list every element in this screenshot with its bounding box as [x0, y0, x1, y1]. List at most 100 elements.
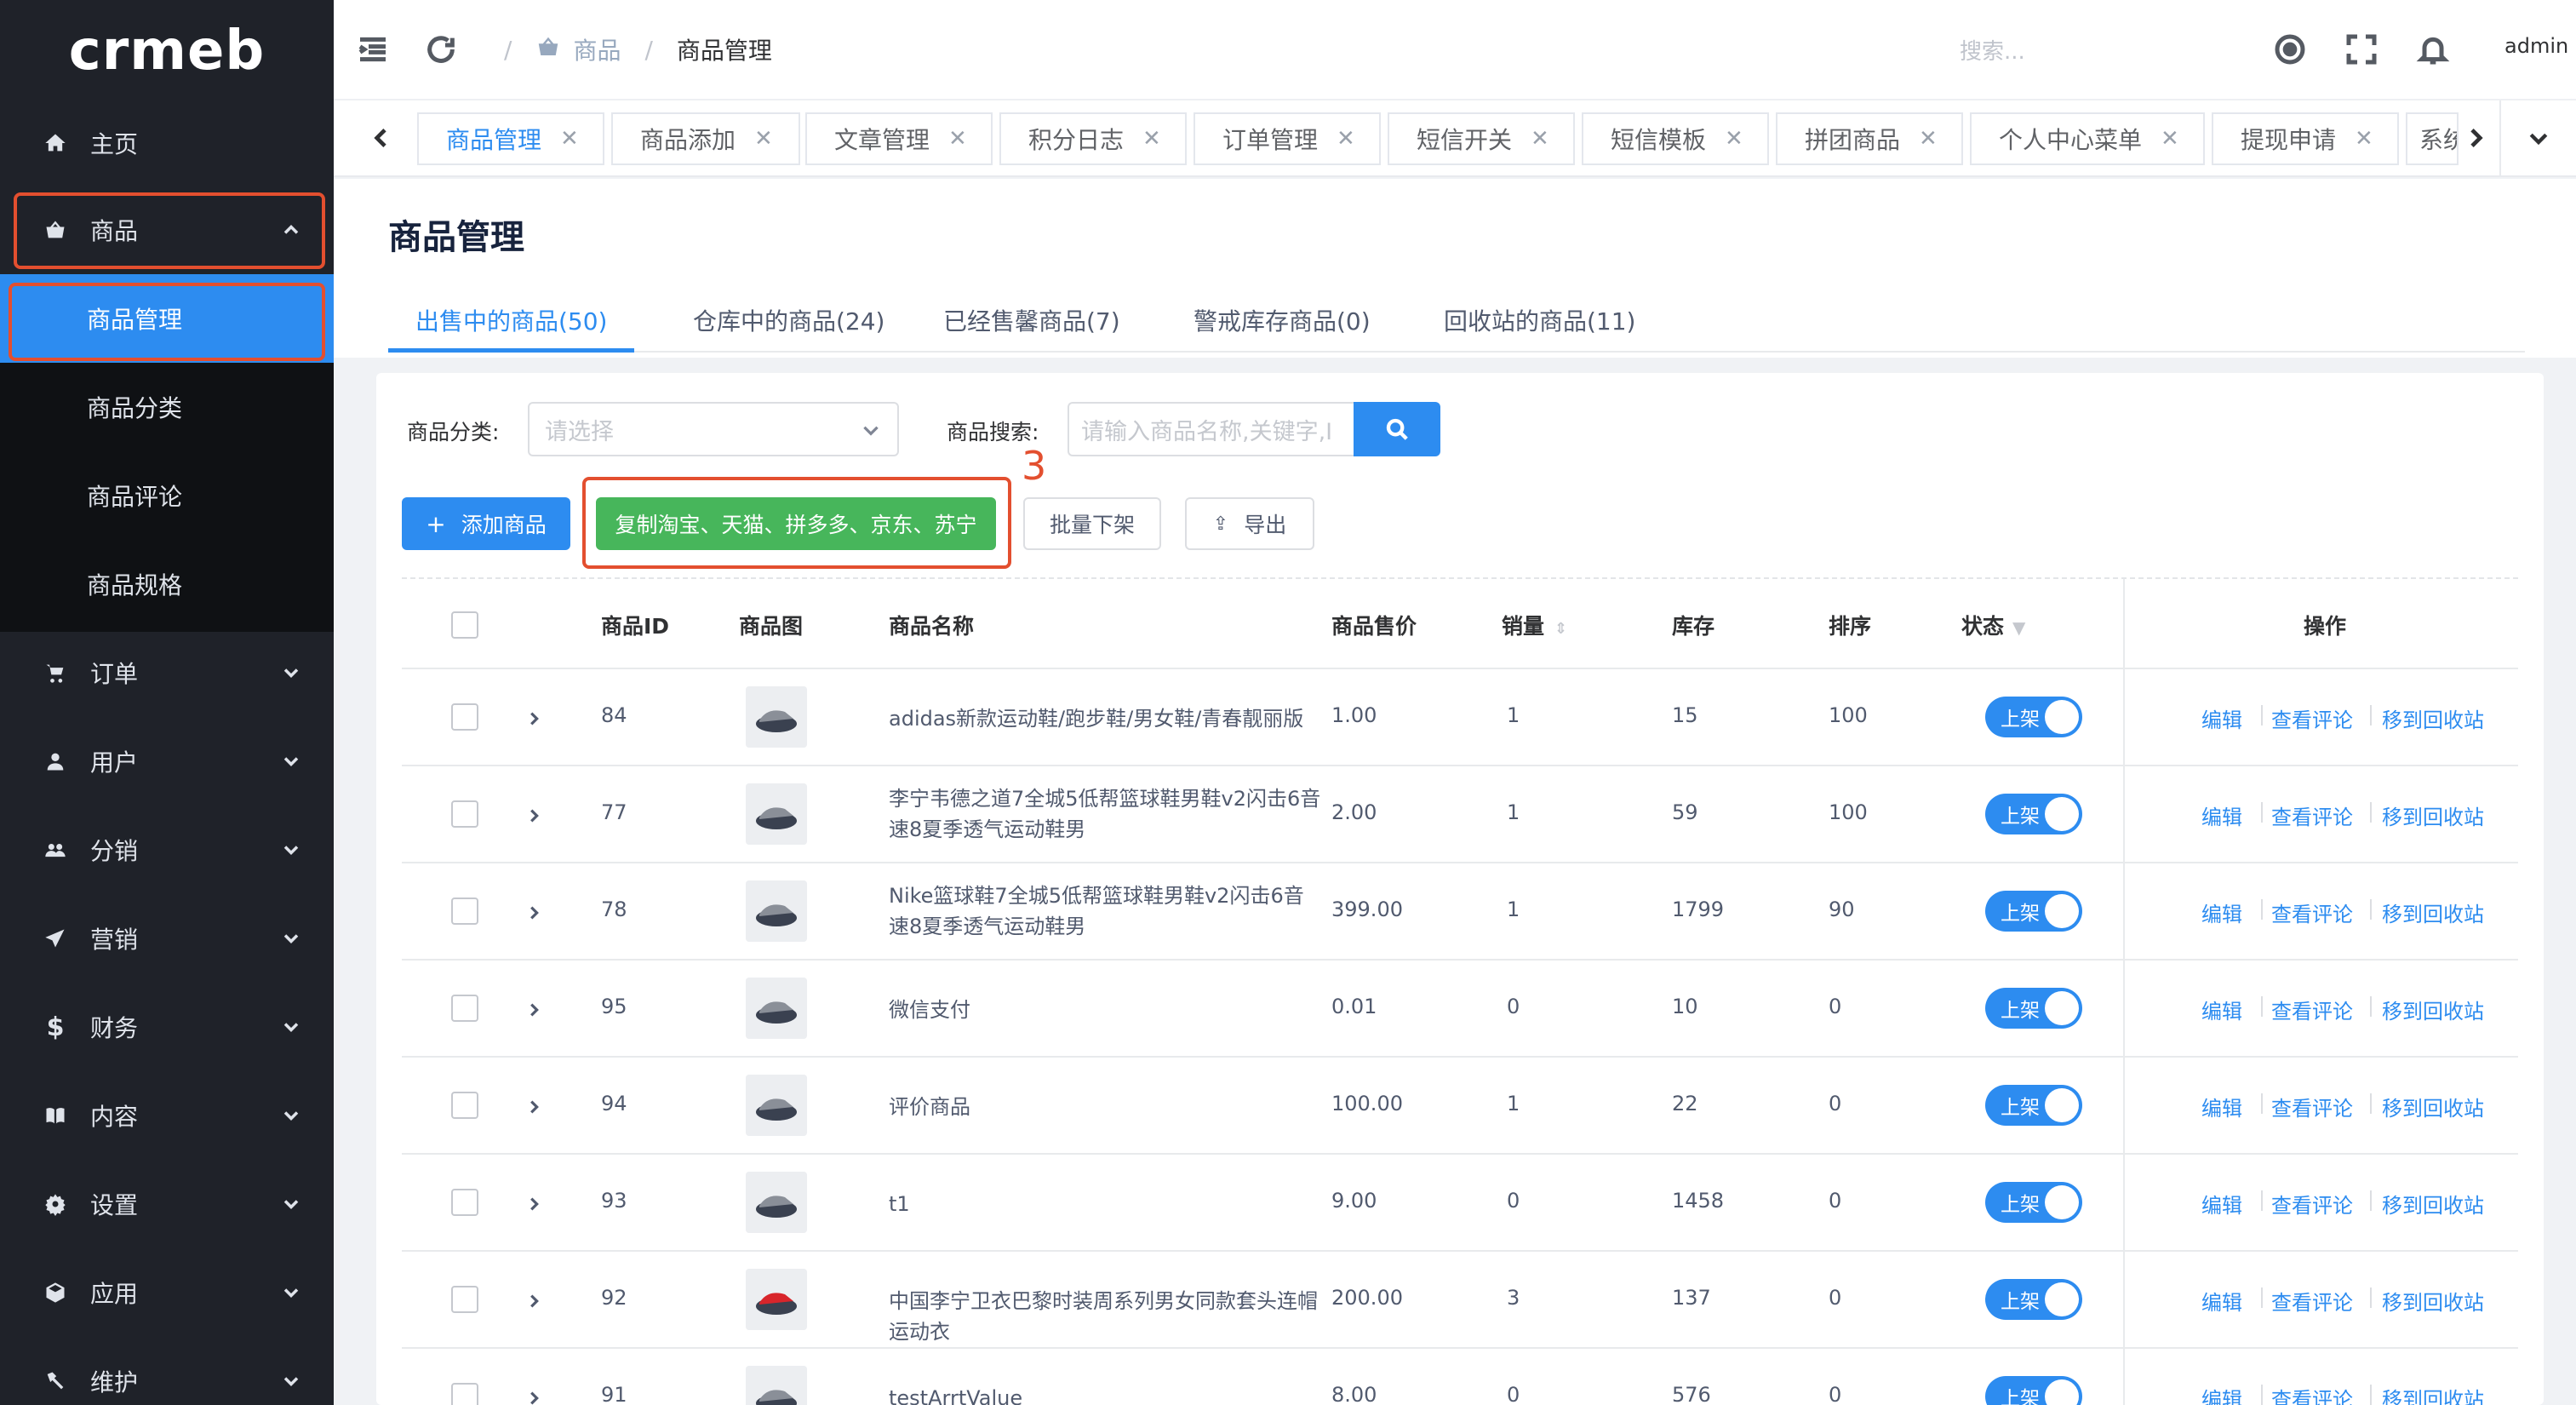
menu-item-maintain[interactable]: 维护 [0, 1337, 334, 1405]
product-thumbnail[interactable] [746, 1075, 807, 1136]
submenu-item-review[interactable]: 商品评论 [0, 451, 334, 540]
tab-low-stock[interactable]: 警戒库存商品(0) [1194, 296, 1371, 353]
breadcrumb-root[interactable]: 商品 [573, 32, 621, 66]
search-button[interactable] [1354, 402, 1440, 456]
menu-item-marketing[interactable]: 营销 [0, 894, 334, 983]
export-button[interactable]: ⇪ 导出 [1185, 497, 1314, 550]
edit-link[interactable]: 编辑 [2201, 995, 2242, 1024]
tab-sms-template[interactable]: 短信模板 ✕ [1582, 112, 1769, 165]
view-reviews-link[interactable]: 查看评论 [2271, 1189, 2353, 1219]
tab-sms-switch[interactable]: 短信开关 ✕ [1388, 112, 1575, 165]
close-icon[interactable]: ✕ [2355, 126, 2373, 152]
move-to-recycle-link[interactable]: 移到回收站 [2382, 1383, 2484, 1405]
category-select[interactable]: 请选择 [528, 402, 899, 456]
th-sales[interactable]: 销量 ⇕ [1502, 610, 1567, 640]
product-thumbnail[interactable] [746, 1172, 807, 1233]
select-all-checkbox[interactable] [451, 611, 478, 639]
close-icon[interactable]: ✕ [1531, 126, 1549, 152]
tab-user-center-menu[interactable]: 个人中心菜单 ✕ [1970, 112, 2205, 165]
product-thumbnail[interactable] [746, 686, 807, 748]
chevron-right-icon[interactable] [524, 903, 545, 923]
view-reviews-link[interactable]: 查看评论 [2271, 1383, 2353, 1405]
row-checkbox[interactable] [451, 1286, 478, 1313]
bell-icon[interactable] [2416, 32, 2450, 66]
tabs-next-icon[interactable] [2462, 124, 2493, 155]
menu-item-user[interactable]: 用户 [0, 717, 334, 806]
user-menu[interactable]: admin [2504, 34, 2568, 58]
product-search-input[interactable]: 请输入商品名称,关键字,I [1068, 402, 1367, 456]
move-to-recycle-link[interactable]: 移到回收站 [2382, 1189, 2484, 1219]
status-switch[interactable]: 上架 [1985, 891, 2082, 932]
edit-link[interactable]: 编辑 [2201, 1189, 2242, 1219]
tab-system[interactable]: 系统 [2406, 112, 2459, 165]
chevron-right-icon[interactable] [524, 1388, 545, 1405]
product-thumbnail[interactable] [746, 880, 807, 942]
tab-article-manage[interactable]: 文章管理 ✕ [805, 112, 993, 165]
chevron-right-icon[interactable] [524, 708, 545, 729]
tabs-more-button[interactable] [2499, 100, 2576, 175]
close-icon[interactable]: ✕ [560, 126, 579, 152]
record-icon[interactable] [2273, 32, 2307, 66]
menu-item-finance[interactable]: $ 财务 [0, 983, 334, 1071]
tab-product-manage[interactable]: 商品管理 ✕ [417, 112, 604, 165]
move-to-recycle-link[interactable]: 移到回收站 [2382, 703, 2484, 733]
submenu-item-spec[interactable]: 商品规格 [0, 540, 334, 628]
chevron-right-icon[interactable] [524, 1291, 545, 1311]
close-icon[interactable]: ✕ [1919, 126, 1938, 152]
row-checkbox[interactable] [451, 1189, 478, 1216]
edit-link[interactable]: 编辑 [2201, 1286, 2242, 1316]
tabs-prev-icon[interactable] [368, 124, 398, 155]
menu-item-home[interactable]: 主页 [0, 99, 334, 187]
row-checkbox[interactable] [451, 703, 478, 731]
close-icon[interactable]: ✕ [948, 126, 967, 152]
row-checkbox[interactable] [451, 897, 478, 925]
move-to-recycle-link[interactable]: 移到回收站 [2382, 1286, 2484, 1316]
status-switch[interactable]: 上架 [1985, 988, 2082, 1029]
header-search-input[interactable]: 搜索... [1960, 34, 2025, 66]
submenu-item-category[interactable]: 商品分类 [0, 363, 334, 451]
tab-points-log[interactable]: 积分日志 ✕ [999, 112, 1187, 165]
tab-group-products[interactable]: 拼团商品 ✕ [1776, 112, 1963, 165]
th-status[interactable]: 状态 ▼ [1961, 610, 2025, 640]
view-reviews-link[interactable]: 查看评论 [2271, 800, 2353, 830]
tab-sold-out[interactable]: 已经售馨商品(7) [943, 296, 1120, 353]
menu-item-content[interactable]: 内容 [0, 1071, 334, 1160]
close-icon[interactable]: ✕ [2161, 126, 2179, 152]
chevron-right-icon[interactable] [524, 806, 545, 826]
tab-warehouse[interactable]: 仓库中的商品(24) [693, 296, 884, 353]
product-thumbnail[interactable] [746, 1366, 807, 1405]
product-thumbnail[interactable] [746, 1269, 807, 1330]
move-to-recycle-link[interactable]: 移到回收站 [2382, 995, 2484, 1024]
menu-item-settings[interactable]: 设置 [0, 1160, 334, 1248]
tab-product-add[interactable]: 商品添加 ✕ [611, 112, 800, 165]
row-checkbox[interactable] [451, 1383, 478, 1405]
edit-link[interactable]: 编辑 [2201, 800, 2242, 830]
view-reviews-link[interactable]: 查看评论 [2271, 995, 2353, 1024]
tab-withdraw[interactable]: 提现申请 ✕ [2212, 112, 2399, 165]
status-switch[interactable]: 上架 [1985, 1376, 2082, 1405]
move-to-recycle-link[interactable]: 移到回收站 [2382, 800, 2484, 830]
menu-fold-icon[interactable] [356, 32, 390, 66]
status-switch[interactable]: 上架 [1985, 1182, 2082, 1223]
close-icon[interactable]: ✕ [1337, 126, 1355, 152]
view-reviews-link[interactable]: 查看评论 [2271, 897, 2353, 927]
product-thumbnail[interactable] [746, 978, 807, 1039]
status-switch[interactable]: 上架 [1985, 794, 2082, 834]
chevron-right-icon[interactable] [524, 1097, 545, 1117]
close-icon[interactable]: ✕ [1142, 126, 1161, 152]
row-checkbox[interactable] [451, 995, 478, 1022]
move-to-recycle-link[interactable]: 移到回收站 [2382, 1092, 2484, 1121]
logo[interactable]: crmeb [0, 0, 334, 102]
add-product-button[interactable]: + 添加商品 [402, 497, 570, 550]
refresh-icon[interactable] [424, 32, 458, 66]
tab-order-manage[interactable]: 订单管理 ✕ [1194, 112, 1381, 165]
edit-link[interactable]: 编辑 [2201, 1383, 2242, 1405]
sort-icon[interactable]: ⇕ [1554, 620, 1567, 638]
view-reviews-link[interactable]: 查看评论 [2271, 1092, 2353, 1121]
edit-link[interactable]: 编辑 [2201, 897, 2242, 927]
view-reviews-link[interactable]: 查看评论 [2271, 1286, 2353, 1316]
menu-item-apps[interactable]: 应用 [0, 1248, 334, 1337]
move-to-recycle-link[interactable]: 移到回收站 [2382, 897, 2484, 927]
view-reviews-link[interactable]: 查看评论 [2271, 703, 2353, 733]
row-checkbox[interactable] [451, 800, 478, 828]
